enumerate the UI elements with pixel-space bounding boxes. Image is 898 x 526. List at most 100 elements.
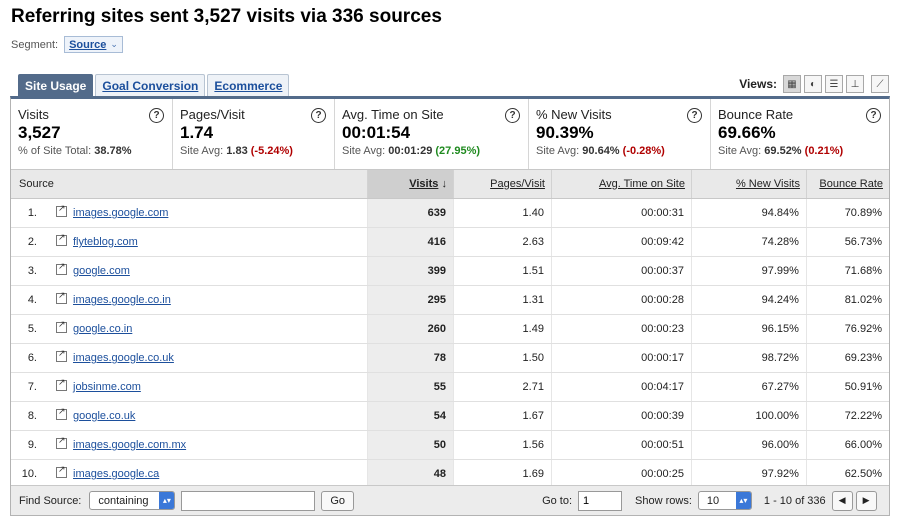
source-link[interactable]: images.google.co.in bbox=[73, 294, 171, 306]
avg-time-cell: 00:04:17 bbox=[551, 372, 692, 402]
external-link-icon[interactable] bbox=[56, 406, 67, 420]
visits-cell: 50 bbox=[367, 430, 454, 460]
show-rows-label: Show rows: bbox=[635, 494, 692, 507]
table-header-row: Source Visits ↓ Pages/Visit Avg. Time on… bbox=[11, 170, 889, 199]
new-visits-cell: 100.00% bbox=[691, 401, 807, 431]
summary-label: Visits bbox=[18, 107, 49, 122]
col-visits[interactable]: Visits ↓ bbox=[367, 170, 454, 199]
summary-sub: % of Site Total: 38.78% bbox=[18, 145, 132, 157]
bounce-rate-cell: 62.50% bbox=[806, 459, 889, 489]
pie-view-icon[interactable]: ◐ bbox=[804, 75, 822, 93]
row-index: 4. bbox=[11, 285, 41, 315]
source-link[interactable]: images.google.com.mx bbox=[73, 439, 186, 451]
tab-goal-conversion[interactable]: Goal Conversion bbox=[95, 74, 206, 97]
source-link[interactable]: google.co.uk bbox=[73, 410, 135, 422]
source-cell: images.google.ca bbox=[41, 459, 368, 489]
avg-time-cell: 00:00:23 bbox=[551, 314, 692, 344]
source-link[interactable]: images.google.ca bbox=[73, 468, 159, 480]
external-link-icon[interactable] bbox=[56, 319, 67, 333]
source-link[interactable]: images.google.com bbox=[73, 207, 168, 219]
new-visits-cell: 94.24% bbox=[691, 285, 807, 315]
external-link-icon[interactable] bbox=[56, 435, 67, 449]
go-button[interactable]: Go bbox=[321, 490, 355, 511]
new-visits-cell: 97.99% bbox=[691, 256, 807, 286]
external-link-icon[interactable] bbox=[56, 261, 67, 275]
tab-ecommerce[interactable]: Ecommerce bbox=[207, 74, 290, 97]
external-link-icon[interactable] bbox=[56, 348, 67, 362]
pages-visit-cell: 1.31 bbox=[453, 285, 552, 315]
source-link[interactable]: flyteblog.com bbox=[73, 236, 138, 248]
table-row: 1. images.google.com 6391.4000:00:3194.84%… bbox=[11, 198, 889, 228]
pages-visit-cell: 1.67 bbox=[453, 401, 552, 431]
help-icon[interactable]: ? bbox=[866, 108, 881, 123]
summary-sub: Site Avg: 1.83 (-5.24%) bbox=[180, 145, 293, 157]
pages-visit-cell: 1.40 bbox=[453, 198, 552, 228]
match-type-select[interactable]: containing ▴▾ bbox=[89, 491, 176, 510]
find-label: Find Source: bbox=[19, 494, 82, 507]
bounce-rate-cell: 56.73% bbox=[806, 227, 889, 257]
source-link[interactable]: images.google.co.uk bbox=[73, 352, 174, 364]
table-view-icon[interactable]: ▦ bbox=[783, 75, 801, 93]
table-row: 8. google.co.uk 541.6700:00:39100.00%72.22… bbox=[11, 401, 889, 431]
col-avg-time[interactable]: Avg. Time on Site bbox=[551, 170, 692, 199]
bar-view-icon[interactable]: ☰ bbox=[825, 75, 843, 93]
pages-visit-cell: 2.71 bbox=[453, 372, 552, 402]
source-link[interactable]: google.co.in bbox=[73, 323, 132, 335]
prev-page-button[interactable]: ◀ bbox=[831, 490, 853, 511]
sort-down-icon: ↓ bbox=[441, 177, 447, 190]
summary-sub: Site Avg: 00:01:29 (27.95%) bbox=[342, 145, 481, 157]
new-visits-cell: 96.15% bbox=[691, 314, 807, 344]
new-visits-cell: 94.84% bbox=[691, 198, 807, 228]
summary-value: 90.39% bbox=[536, 123, 594, 142]
visits-cell: 54 bbox=[367, 401, 454, 431]
summary-new-visits: % New Visits 90.39% Site Avg: 90.64% (-0… bbox=[529, 99, 711, 169]
col-new-visits[interactable]: % New Visits bbox=[691, 170, 807, 199]
comparison-view-icon[interactable]: ⊥ bbox=[846, 75, 864, 93]
new-visits-cell: 98.72% bbox=[691, 343, 807, 373]
source-cell: jobsinme.com bbox=[41, 372, 368, 402]
external-link-icon[interactable] bbox=[56, 290, 67, 304]
source-cell: images.google.co.in bbox=[41, 285, 368, 315]
pages-visit-cell: 1.49 bbox=[453, 314, 552, 344]
new-visits-cell: 67.27% bbox=[691, 372, 807, 402]
tab-site-usage[interactable]: Site Usage bbox=[18, 74, 94, 97]
visits-cell: 78 bbox=[367, 343, 454, 373]
col-pages-visit[interactable]: Pages/Visit bbox=[453, 170, 552, 199]
help-icon[interactable]: ? bbox=[687, 108, 702, 123]
summary-label: Bounce Rate bbox=[718, 107, 794, 122]
help-icon[interactable]: ? bbox=[505, 108, 520, 123]
page-title: Referring sites sent 3,527 visits via 33… bbox=[11, 6, 442, 27]
visits-cell: 260 bbox=[367, 314, 454, 344]
next-page-button[interactable]: ▶ bbox=[855, 490, 877, 511]
segment-select[interactable]: Source ⌄ bbox=[64, 36, 123, 53]
table-row: 3. google.com 3991.5100:00:3797.99%71.68% bbox=[11, 256, 889, 286]
find-source-input[interactable] bbox=[181, 490, 316, 511]
table-footer: Find Source: containing▴▾ Go Go to: Show… bbox=[11, 485, 889, 515]
bounce-rate-cell: 76.92% bbox=[806, 314, 889, 344]
source-cell: images.google.com bbox=[41, 198, 368, 228]
avg-time-cell: 00:00:28 bbox=[551, 285, 692, 315]
pages-visit-cell: 1.69 bbox=[453, 459, 552, 489]
source-link[interactable]: google.com bbox=[73, 265, 130, 277]
help-icon[interactable]: ? bbox=[149, 108, 164, 123]
col-bounce-rate[interactable]: Bounce Rate bbox=[806, 170, 889, 199]
goto-input[interactable] bbox=[578, 490, 623, 511]
row-index: 3. bbox=[11, 256, 41, 286]
source-link[interactable]: jobsinme.com bbox=[73, 381, 141, 393]
external-link-icon[interactable] bbox=[56, 464, 67, 478]
external-link-icon[interactable] bbox=[56, 232, 67, 246]
bounce-rate-cell: 72.22% bbox=[806, 401, 889, 431]
chevron-down-icon: ⌄ bbox=[110, 39, 118, 49]
row-index: 9. bbox=[11, 430, 41, 460]
views-label: Views: bbox=[739, 77, 777, 91]
pivot-view-icon[interactable]: ⟋ bbox=[871, 75, 889, 93]
external-link-icon[interactable] bbox=[56, 203, 67, 217]
source-cell: google.co.uk bbox=[41, 401, 368, 431]
external-link-icon[interactable] bbox=[56, 377, 67, 391]
help-icon[interactable]: ? bbox=[311, 108, 326, 123]
source-cell: google.com bbox=[41, 256, 368, 286]
new-visits-cell: 96.00% bbox=[691, 430, 807, 460]
table-row: 2. flyteblog.com 4162.6300:09:4274.28%56.7… bbox=[11, 227, 889, 257]
show-rows-select[interactable]: 10 ▴▾ bbox=[697, 491, 752, 510]
bounce-rate-cell: 71.68% bbox=[806, 256, 889, 286]
